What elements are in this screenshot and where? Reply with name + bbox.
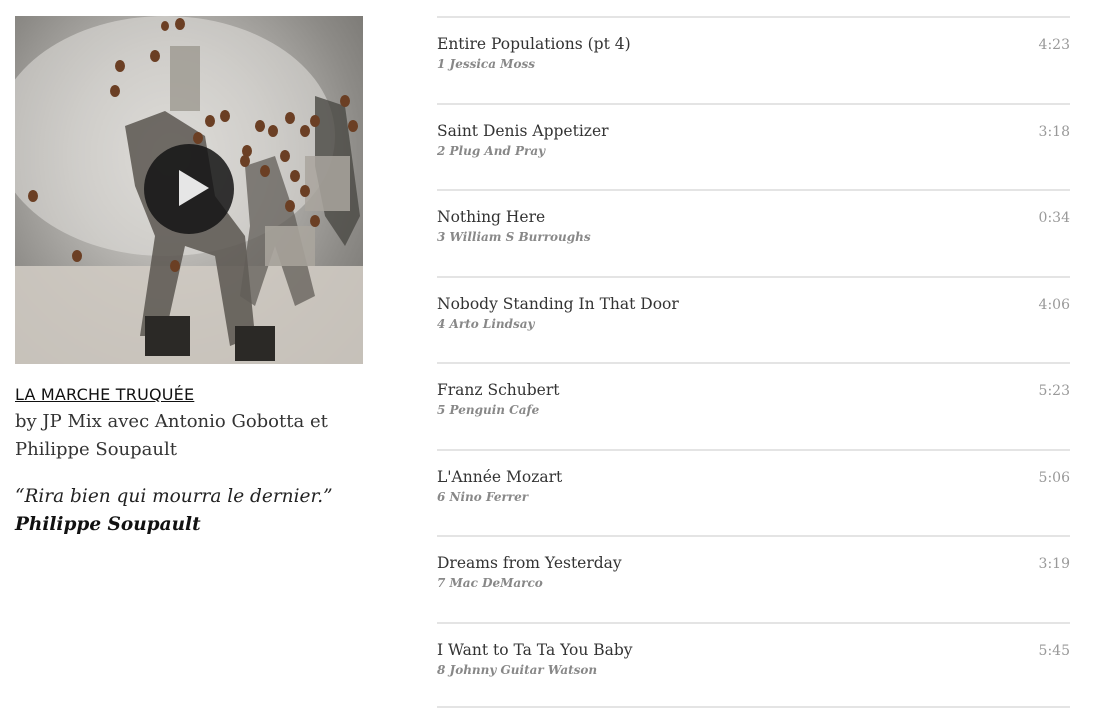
play-icon xyxy=(179,170,209,206)
track-duration: 3:19 xyxy=(1038,556,1070,572)
track-title: L'Année Mozart xyxy=(437,467,563,486)
track-title: I Want to Ta Ta You Baby xyxy=(437,640,633,659)
track-artist: 1 Jessica Moss xyxy=(437,57,535,71)
track-artist: 6 Nino Ferrer xyxy=(437,489,529,504)
album-panel: LA MARCHE TRUQUÉE by JP Mix avec Antonio… xyxy=(15,16,363,539)
track-artist: 8 Johnny Guitar Watson xyxy=(437,662,598,677)
track-duration: 3:18 xyxy=(1038,123,1070,140)
track-title: Saint Denis Appetizer xyxy=(437,121,609,140)
track-artist: 4 Arto Lindsay xyxy=(437,316,535,331)
album-quote: “Rira bien qui mourra le dernier.” xyxy=(15,486,333,507)
track-duration: 0:34 xyxy=(1038,210,1070,226)
track-title: Nobody Standing In That Door xyxy=(437,294,679,313)
track-duration: 4:06 xyxy=(1038,296,1070,313)
album-credits: by JP Mix avec Antonio Gobotta et Philip… xyxy=(15,411,328,460)
track-duration: 5:45 xyxy=(1038,642,1070,659)
play-button[interactable] xyxy=(144,144,234,234)
track-list: Entire Populations (pt 4) 1 Jessica Moss… xyxy=(437,16,1070,708)
track-duration: 5:06 xyxy=(1038,469,1070,486)
album-cover[interactable] xyxy=(15,16,363,364)
track-row[interactable]: Nobody Standing In That Door 4 Arto Lind… xyxy=(437,275,1070,363)
track-title: Nothing Here xyxy=(437,208,546,226)
track-row[interactable]: Entire Populations (pt 4) 1 Jessica Moss… xyxy=(437,16,1070,103)
track-row[interactable]: I Want to Ta Ta You Baby 8 Johnny Guitar… xyxy=(437,621,1070,708)
track-duration: 5:23 xyxy=(1038,383,1070,399)
track-row[interactable]: Nothing Here 3 William S Burroughs 0:34 xyxy=(437,189,1070,276)
track-row[interactable]: Saint Denis Appetizer 2 Plug And Pray 3:… xyxy=(437,102,1070,190)
track-title: Dreams from Yesterday xyxy=(437,554,622,572)
track-row[interactable]: Dreams from Yesterday 7 Mac DeMarco 3:19 xyxy=(437,535,1070,622)
track-artist: 5 Penguin Cafe xyxy=(437,403,540,417)
track-row[interactable]: L'Année Mozart 6 Nino Ferrer 5:06 xyxy=(437,448,1070,536)
track-artist: 3 William S Burroughs xyxy=(437,230,591,244)
track-artist: 7 Mac DeMarco xyxy=(437,576,543,590)
track-title: Entire Populations (pt 4) xyxy=(437,35,631,53)
track-row[interactable]: Franz Schubert 5 Penguin Cafe 5:23 xyxy=(437,362,1070,449)
track-artist: 2 Plug And Pray xyxy=(437,143,546,158)
album-title-link[interactable]: LA MARCHE TRUQUÉE xyxy=(15,385,363,404)
track-duration: 4:23 xyxy=(1038,37,1070,53)
quote-author: Philippe Soupault xyxy=(15,514,201,535)
track-title: Franz Schubert xyxy=(437,381,560,399)
